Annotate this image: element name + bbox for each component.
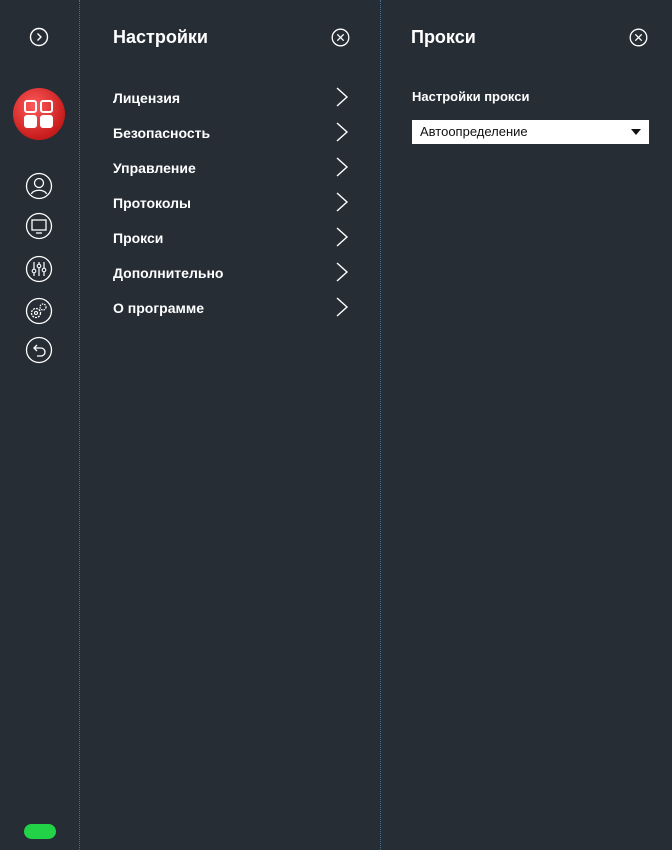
chevron-right-icon <box>336 122 349 142</box>
settings-item-advanced[interactable]: Дополнительно <box>113 258 353 288</box>
settings-item-proxy[interactable]: Прокси <box>113 223 353 253</box>
settings-item-label: Прокси <box>113 230 164 246</box>
settings-item-protocols[interactable]: Протоколы <box>113 188 353 218</box>
settings-item-security[interactable]: Безопасность <box>113 118 353 148</box>
proxy-panel: Прокси Настройки прокси Автоопределение <box>382 0 672 850</box>
settings-title: Настройки <box>113 27 208 47</box>
proxy-mode-value: Автоопределение <box>420 124 528 139</box>
proxy-title: Прокси <box>411 27 476 47</box>
user-icon[interactable] <box>25 172 53 200</box>
close-settings-icon[interactable] <box>331 28 350 47</box>
settings-item-label: Лицензия <box>113 90 181 106</box>
connection-status-indicator <box>24 824 56 839</box>
app-logo[interactable] <box>13 88 65 140</box>
icon-rail <box>0 0 80 850</box>
gears-icon[interactable] <box>25 297 53 325</box>
chevron-right-icon <box>336 262 349 282</box>
settings-item-label: Дополнительно <box>113 265 224 281</box>
chevron-right-icon <box>336 157 349 177</box>
dropdown-caret-icon <box>631 129 641 135</box>
settings-item-about[interactable]: О программе <box>113 293 353 323</box>
equalizer-icon[interactable] <box>25 255 53 283</box>
close-proxy-icon[interactable] <box>629 28 648 47</box>
proxy-mode-select[interactable]: Автоопределение <box>412 120 649 144</box>
settings-item-license[interactable]: Лицензия <box>113 83 353 113</box>
expand-icon[interactable] <box>29 27 49 47</box>
settings-item-label: Безопасность <box>113 125 211 141</box>
monitor-icon[interactable] <box>25 212 53 240</box>
settings-item-label: Протоколы <box>113 195 191 211</box>
settings-item-label: Управление <box>113 160 196 176</box>
undo-icon[interactable] <box>25 336 53 364</box>
chevron-right-icon <box>336 227 349 247</box>
chevron-right-icon <box>336 192 349 212</box>
proxy-settings-label: Настройки прокси <box>412 89 530 104</box>
chevron-right-icon <box>336 297 349 317</box>
chevron-right-icon <box>336 87 349 107</box>
settings-panel: Настройки Лицензия Безопасность Управлен… <box>81 0 381 850</box>
settings-item-management[interactable]: Управление <box>113 153 353 183</box>
settings-item-label: О программе <box>113 300 205 316</box>
